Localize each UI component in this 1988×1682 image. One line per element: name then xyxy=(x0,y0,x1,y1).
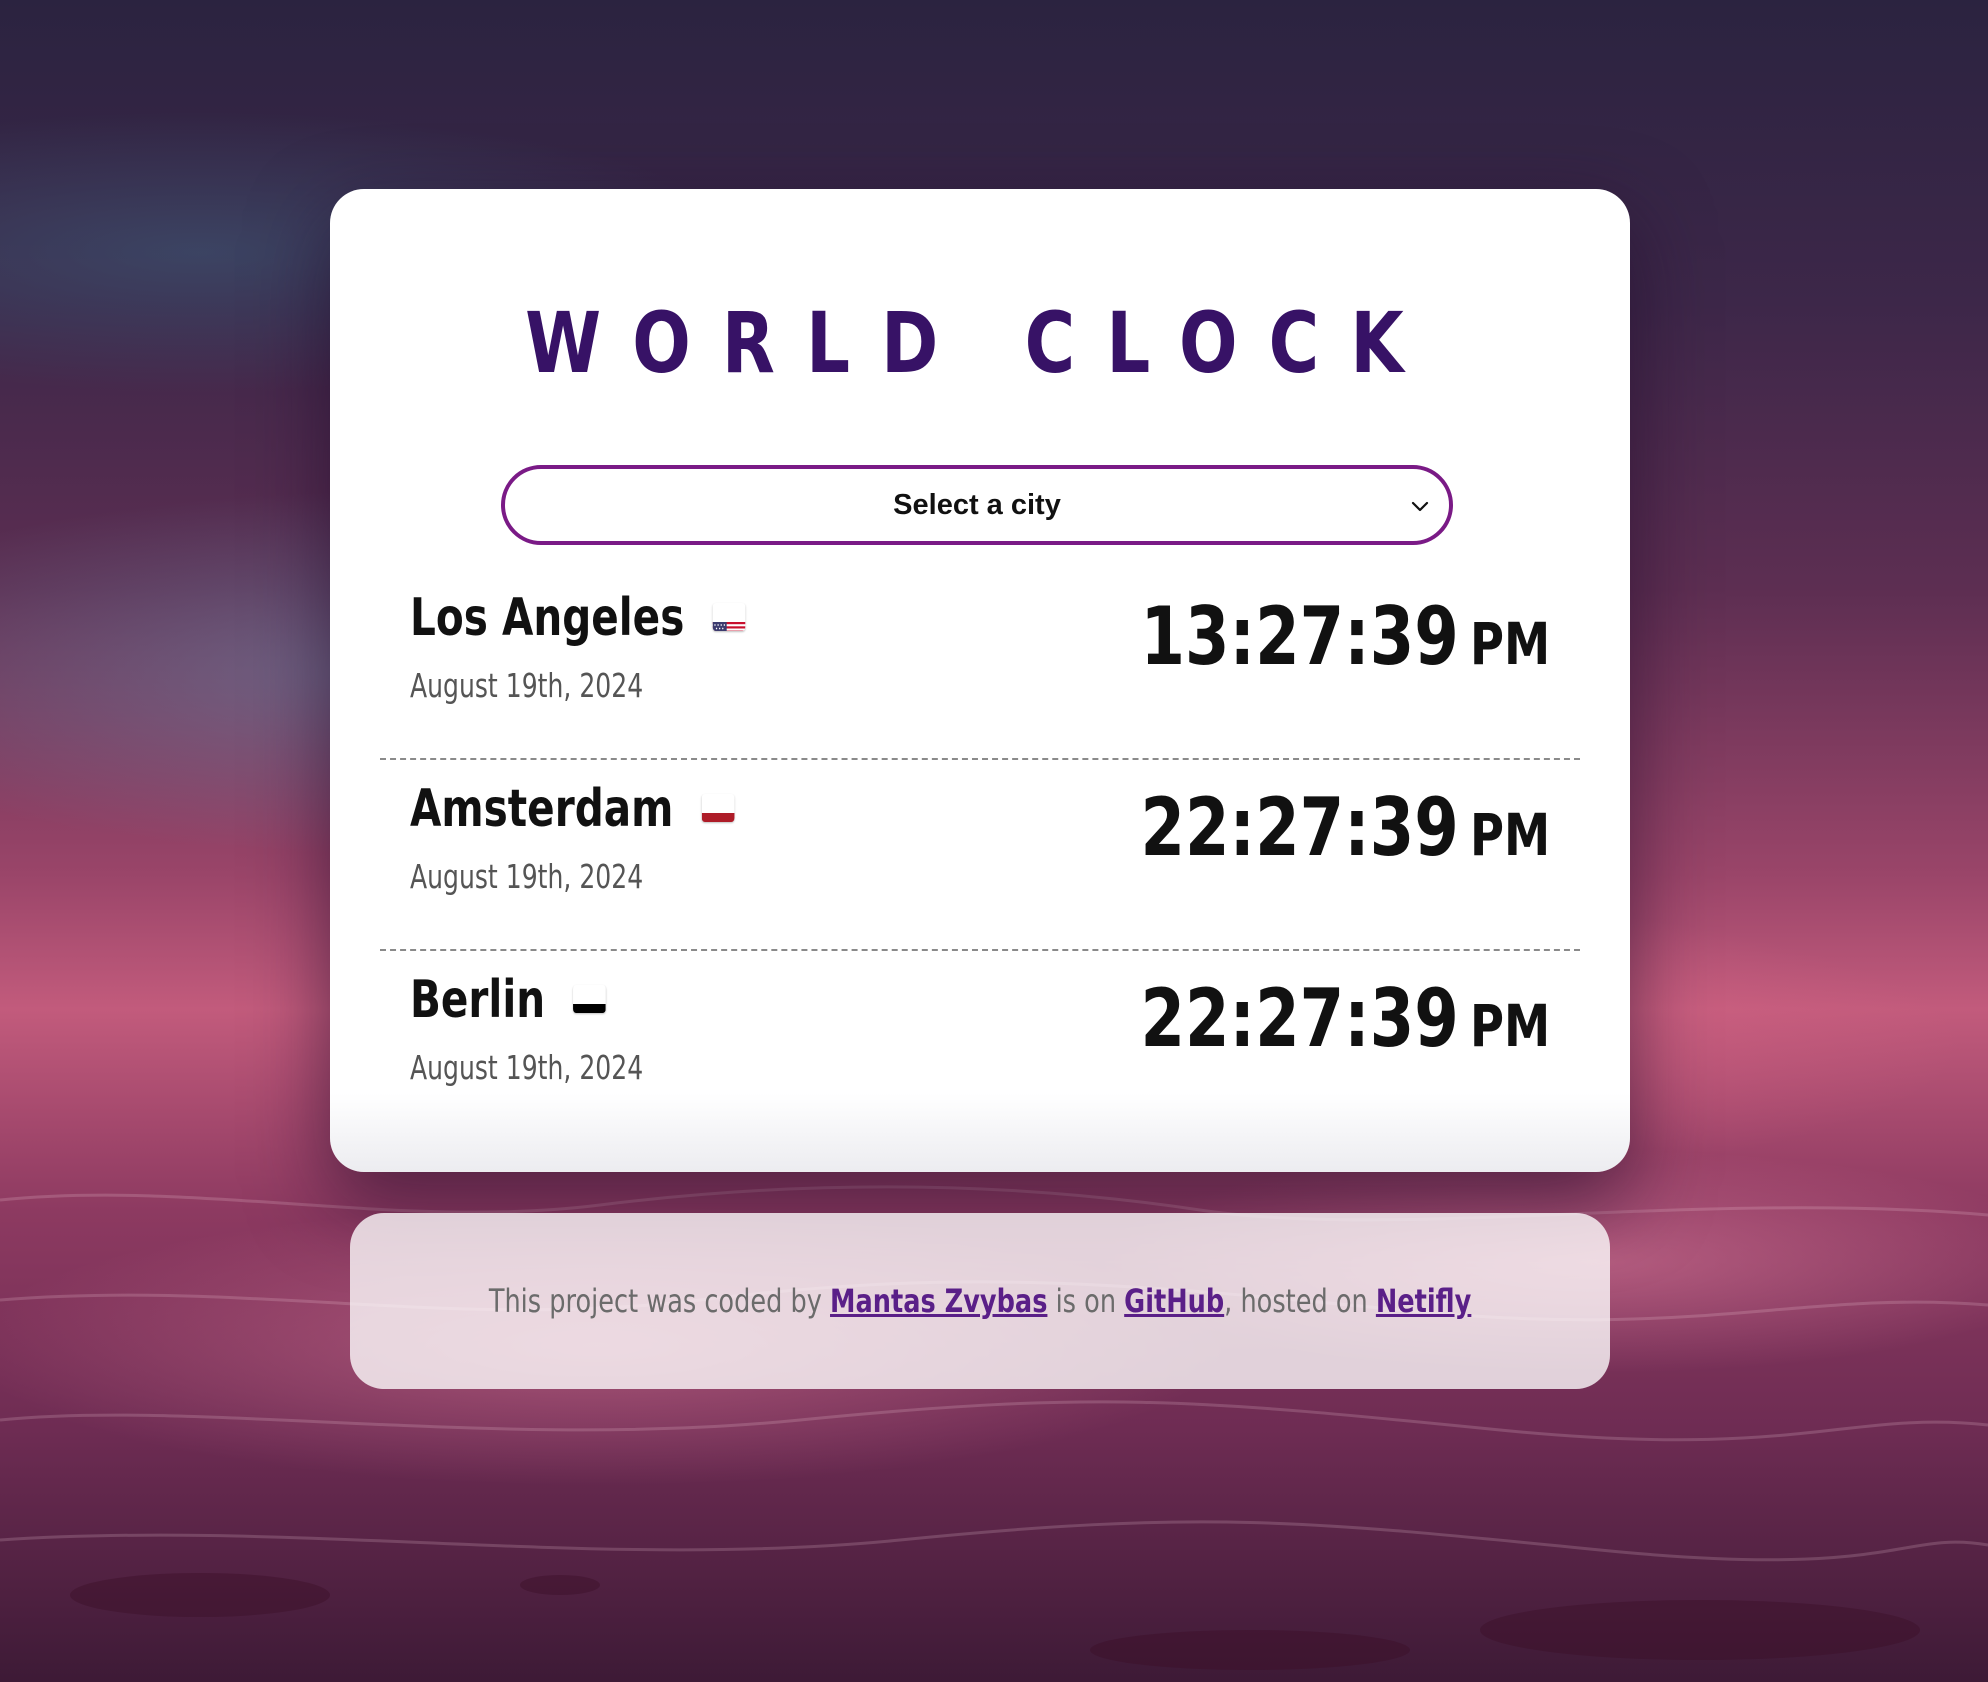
city-date: August 19th, 2024 xyxy=(410,857,644,896)
ampm-label: PM xyxy=(1469,801,1550,869)
city-name: Amsterdam xyxy=(410,779,735,839)
github-link[interactable]: GitHub xyxy=(1124,1282,1224,1320)
city-time: 22:27:39 PM xyxy=(1140,781,1550,874)
city-row-berlin: Berlin August 19th, 2024 22:27:39 PM xyxy=(380,952,1580,1142)
author-link[interactable]: Mantas Zvybas xyxy=(830,1282,1047,1320)
city-row-los-angeles: Los Angeles August 19th, 2024 13:27:39 P… xyxy=(380,570,1580,760)
city-name: Berlin xyxy=(410,970,607,1030)
nl-flag-icon xyxy=(701,794,735,822)
city-date: August 19th, 2024 xyxy=(410,1048,644,1087)
city-select[interactable]: Select a city xyxy=(501,465,1453,545)
city-name: Los Angeles xyxy=(410,588,746,648)
world-clock-card: WORLD CLOCK Select a city Los Angeles Au… xyxy=(330,189,1630,1172)
de-flag-icon xyxy=(573,985,607,1013)
city-row-amsterdam: Amsterdam August 19th, 2024 22:27:39 PM xyxy=(380,761,1580,951)
footer: This project was coded by Mantas Zvybas … xyxy=(350,1213,1610,1389)
footer-credits: This project was coded by Mantas Zvybas … xyxy=(488,1282,1472,1320)
host-link[interactable]: Netifly xyxy=(1376,1282,1471,1320)
city-time: 22:27:39 PM xyxy=(1140,972,1550,1065)
ampm-label: PM xyxy=(1469,610,1550,678)
city-select-label: Select a city xyxy=(893,488,1061,521)
us-flag-icon xyxy=(712,603,746,631)
chevron-down-icon xyxy=(1411,501,1429,512)
city-date: August 19th, 2024 xyxy=(410,666,644,705)
page-title: WORLD CLOCK xyxy=(525,294,1435,392)
city-time: 13:27:39 PM xyxy=(1140,590,1550,683)
ampm-label: PM xyxy=(1469,992,1550,1060)
